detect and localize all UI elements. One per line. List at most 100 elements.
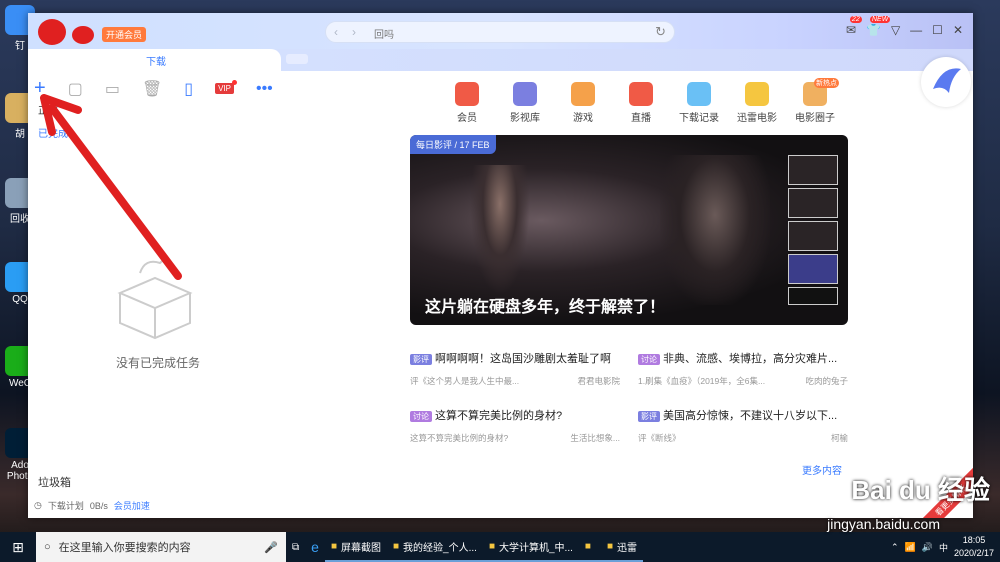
clock[interactable]: 18:05 2020/2/17	[954, 534, 994, 560]
banner-thumb[interactable]	[788, 221, 838, 251]
folder-icon[interactable]: ▭	[105, 79, 120, 99]
watermark-logo: Bai du 经验	[851, 475, 990, 505]
ie-icon: ■	[488, 540, 495, 552]
banner-figure	[470, 165, 530, 295]
thunder-logo-icon[interactable]	[921, 57, 971, 107]
taskbar-app[interactable]: ■ 迅雷	[600, 532, 643, 562]
network-icon[interactable]: 📶	[905, 542, 916, 553]
windows-start-icon[interactable]: ⊞	[0, 539, 36, 556]
mic-icon[interactable]: 🎤	[264, 541, 278, 554]
completed-tab[interactable]: 已完成	[38, 125, 68, 140]
new-badge: NEW	[869, 16, 891, 23]
banner-thumb[interactable]	[788, 188, 838, 218]
taskbar-app[interactable]: ■	[578, 532, 601, 562]
close-icon[interactable]: ✕	[953, 23, 963, 37]
taskbar-search[interactable]: ○ 在这里输入你要搜索的内容 🎤	[36, 532, 286, 562]
volume-icon[interactable]: 🔊	[922, 542, 933, 553]
maximize-icon[interactable]: ☐	[932, 23, 943, 37]
avatar[interactable]	[38, 19, 66, 45]
category-item[interactable]: 电影圈子 新热点	[786, 78, 844, 124]
vip-accel-link[interactable]: 会员加速	[114, 499, 150, 512]
news-label: 讨论	[638, 354, 660, 365]
downloading-tab[interactable]: 正在	[38, 102, 58, 117]
taskbar-app[interactable]: ■ 我的经验_个人...	[386, 532, 483, 562]
title-bar: 开通会员 ‹ › 回吗 ↻ ✉ 22 👕 NEW ▽ — ☐ ✕	[28, 13, 973, 49]
tab-secondary[interactable]	[286, 54, 308, 64]
trash-item[interactable]: 垃圾箱	[38, 474, 71, 490]
refresh-icon[interactable]: ↻	[655, 24, 666, 40]
category-item[interactable]: 下载记录	[670, 82, 728, 124]
taskbar-app-label: 迅雷	[616, 542, 637, 554]
category-label: 会员	[457, 113, 477, 124]
news-title[interactable]: 非典、流感、埃博拉，高分灾难片...	[663, 353, 837, 365]
more-icon[interactable]: •••	[256, 80, 273, 98]
news-item[interactable]: 讨论 非典、流感、埃博拉，高分灾难片... 1.刷集《血疫》（2019年，全6集..…	[638, 350, 848, 387]
news-summary: 评《断线》	[638, 433, 681, 443]
tab-download[interactable]: 下载	[28, 49, 281, 71]
delete-icon[interactable]: 🗑	[142, 79, 162, 99]
banner-figure	[660, 155, 770, 305]
category-item[interactable]: 迅雷电影	[728, 82, 786, 124]
featured-banner[interactable]: 每日影评 / 17 FEB 这片躺在硬盘多年，终于解禁了！	[410, 135, 848, 325]
news-author[interactable]: 生活比想象...	[570, 432, 620, 444]
news-label: 影评	[410, 354, 432, 365]
add-task-icon[interactable]: +	[34, 77, 46, 100]
minimize-icon[interactable]: —	[910, 23, 922, 37]
category-label: 下载记录	[679, 113, 719, 124]
menu-icon[interactable]: ▽	[891, 23, 900, 37]
news-label: 讨论	[410, 411, 432, 422]
category-label: 游戏	[573, 113, 593, 124]
task-view-icon[interactable]: ⧉	[286, 532, 305, 562]
category-icon	[571, 82, 595, 106]
folder-icon: ■	[330, 540, 337, 552]
more-content-link[interactable]: 更多内容	[802, 462, 842, 477]
vip-icon[interactable]: VIP	[215, 80, 237, 94]
news-summary: 1.刷集《血疫》（2019年，全6集...	[638, 376, 766, 386]
forward-icon[interactable]: ›	[352, 25, 356, 39]
taskbar-app[interactable]: ■ 屏幕截图	[324, 532, 387, 562]
open-vip-badge[interactable]: 开通会员	[102, 27, 147, 42]
news-item[interactable]: 影评 啊啊啊啊！这岛国沙雕剧太羞耻了啊评《这个男人是我人生中最... 君君电影院	[410, 350, 620, 387]
taskbar-search-input[interactable]: 在这里输入你要搜索的内容	[59, 539, 191, 555]
message-icon[interactable]: ✉ 22	[846, 16, 862, 37]
category-bar: 会员 影视库 游戏 直播 下载记录 迅雷电影 电影圈子 新热点	[438, 78, 844, 124]
news-title[interactable]: 美国高分惊悚，不建议十八岁以下...	[663, 410, 837, 422]
category-item[interactable]: 影视库	[496, 82, 554, 124]
taskbar-app[interactable]: ■ 大学计算机_中...	[482, 532, 579, 562]
news-title-row: 讨论 这算不算完美比例的身材?	[410, 407, 620, 423]
news-author[interactable]: 柯榆	[831, 432, 848, 444]
news-title-row: 影评 美国高分惊悚，不建议十八岁以下...	[638, 407, 848, 423]
skin-icon[interactable]: 👕 NEW	[866, 16, 891, 37]
ime-indicator[interactable]: 中	[939, 541, 948, 554]
news-item[interactable]: 讨论 这算不算完美比例的身材? 这算不算完美比例的身材? 生活比想象...	[410, 407, 620, 444]
category-label: 直播	[631, 113, 651, 124]
back-icon[interactable]: ‹	[334, 25, 338, 39]
category-item[interactable]: 游戏	[554, 82, 612, 124]
search-input[interactable]: 回吗	[374, 26, 394, 41]
banner-thumb[interactable]	[788, 155, 838, 185]
news-summary: 评《这个男人是我人生中最...	[410, 376, 520, 386]
news-author[interactable]: 吃肉的兔子	[805, 375, 848, 387]
edge-icon[interactable]: e	[305, 532, 325, 562]
category-item[interactable]: 会员	[438, 82, 496, 124]
category-item[interactable]: 直播	[612, 82, 670, 124]
banner-thumb[interactable]	[788, 254, 838, 284]
news-title[interactable]: 这算不算完美比例的身材?	[435, 410, 562, 422]
phone-icon[interactable]: ▯	[184, 79, 193, 99]
download-toolbar: + ▢ ▭ 🗑 ▯ VIP •••	[34, 77, 273, 100]
ie-icon: ■	[392, 540, 400, 552]
file-icon[interactable]: ▢	[68, 79, 83, 99]
clock-date: 2020/2/17	[953, 548, 994, 558]
tab-download-label: 下载	[146, 57, 166, 68]
banner-headline[interactable]: 这片躺在硬盘多年，终于解禁了！	[425, 293, 665, 317]
news-author[interactable]: 君君电影院	[577, 375, 620, 387]
app-icon: ■	[584, 540, 591, 552]
download-plan[interactable]: 下载计划	[48, 499, 84, 512]
banner-thumb[interactable]	[788, 287, 838, 305]
system-tray: ⌃ 📶 🔊 中 18:05 2020/2/17	[891, 534, 1000, 560]
taskbar-app-label: 屏幕截图	[340, 542, 381, 554]
search-bar[interactable]: ‹ › 回吗 ↻	[325, 21, 675, 43]
news-title[interactable]: 啊啊啊啊！这岛国沙雕剧太羞耻了啊	[435, 353, 611, 365]
show-hidden-icon[interactable]: ⌃	[891, 542, 899, 553]
news-item[interactable]: 影评 美国高分惊悚，不建议十八岁以下... 评《断线》 柯榆	[638, 407, 848, 444]
